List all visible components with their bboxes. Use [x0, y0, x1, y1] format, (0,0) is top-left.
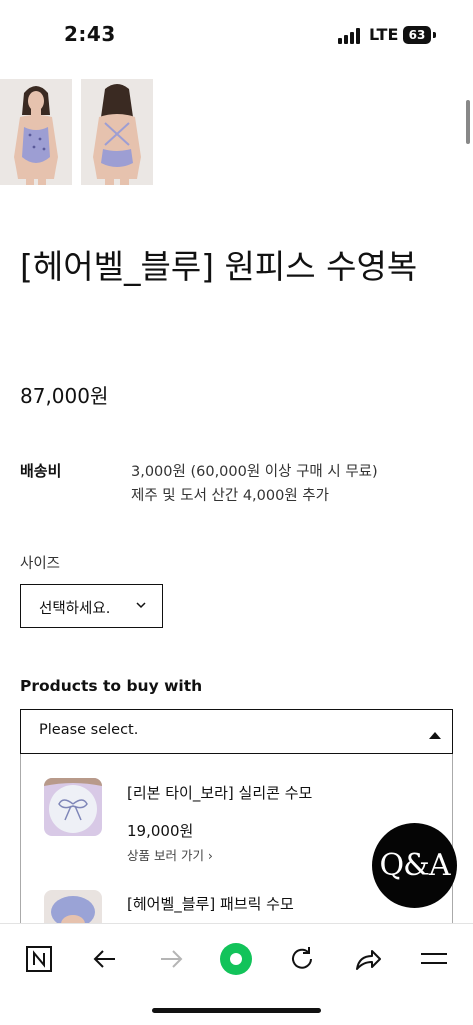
home-indicator[interactable]	[152, 1008, 321, 1013]
menu-icon[interactable]	[417, 942, 451, 976]
size-label: 사이즈	[20, 556, 61, 572]
product-title: [헤어벨_블루] 원피스 수영복	[20, 247, 418, 286]
product-option-name[interactable]: [헤어벨_블루] 패브릭 수모	[127, 893, 294, 914]
buy-with-select[interactable]: Please select.	[20, 709, 453, 754]
swimsuit-front-image	[0, 79, 72, 185]
scrollbar-thumb[interactable]	[466, 100, 470, 144]
status-time: 2:43	[64, 22, 116, 46]
naver-n-icon[interactable]	[22, 942, 56, 976]
shipping-extra-fee: 제주 및 도서 산간 4,000원 추가	[131, 488, 329, 504]
view-product-link[interactable]: 상품 보러 가기 ›	[127, 845, 213, 864]
buy-with-select-value: Please select.	[39, 722, 139, 738]
back-arrow-icon[interactable]	[88, 942, 122, 976]
forward-arrow-icon[interactable]	[154, 942, 188, 976]
product-option-price: 19,000원	[127, 822, 194, 840]
swimsuit-back-image	[81, 79, 153, 185]
ribbon-swim-cap-image	[44, 778, 102, 836]
battery-tip	[433, 32, 436, 38]
size-select-value: 선택하세요.	[39, 601, 111, 617]
product-option-name[interactable]: [리본 타이_보라] 실리콘 수모	[127, 782, 312, 803]
product-price: 87,000원	[20, 384, 109, 408]
size-select[interactable]: 선택하세요.	[20, 584, 163, 628]
product-option-image[interactable]	[44, 778, 102, 836]
network-type: LTE	[369, 25, 399, 44]
caret-up-icon	[429, 732, 441, 739]
product-thumbnail-back[interactable]	[81, 79, 153, 185]
battery-icon: 63	[403, 26, 431, 44]
share-icon[interactable]	[351, 942, 385, 976]
shipping-fee: 3,000원 (60,000원 이상 구매 시 무료)	[131, 464, 378, 480]
green-home-dot-icon[interactable]	[219, 942, 253, 976]
buy-with-title: Products to buy with	[20, 677, 203, 695]
refresh-icon[interactable]	[285, 942, 319, 976]
chevron-down-icon	[136, 602, 146, 609]
shipping-label: 배송비	[20, 462, 62, 480]
product-thumbnail-front[interactable]	[0, 79, 72, 185]
qa-button[interactable]: Q&A	[372, 823, 457, 908]
status-bar: 2:43 LTE 63	[0, 0, 473, 70]
signal-icon	[338, 28, 360, 44]
